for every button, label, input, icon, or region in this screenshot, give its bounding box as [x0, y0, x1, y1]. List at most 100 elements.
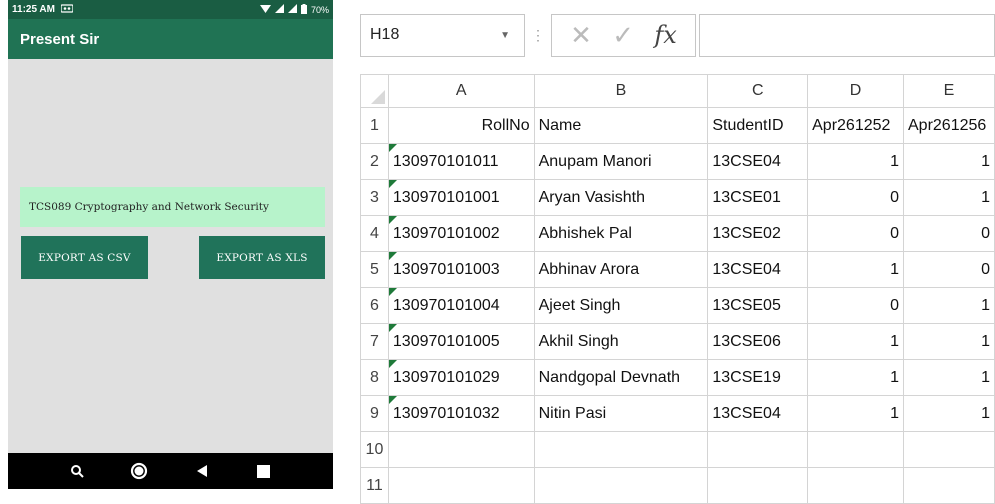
error-indicator-icon	[389, 288, 397, 296]
recents-icon[interactable]	[253, 460, 275, 482]
cell[interactable]: Nandgopal Devnath	[533, 359, 709, 396]
select-all-corner[interactable]	[360, 74, 389, 108]
cell[interactable]: Abhinav Arora	[533, 251, 709, 288]
notification-icon	[60, 3, 74, 16]
column-header-c[interactable]: C	[707, 74, 809, 108]
cell[interactable]: StudentID	[707, 107, 809, 144]
cell[interactable]: 0	[807, 179, 904, 216]
cell[interactable]: 1	[807, 323, 904, 360]
function-icon[interactable]: fx	[654, 21, 676, 49]
cell[interactable]: 13CSE04	[707, 251, 809, 288]
row-header[interactable]: 3	[360, 179, 389, 216]
export-csv-button[interactable]: EXPORT AS CSV	[21, 236, 148, 279]
spreadsheet-view: H18 ▼ ⋮ ✕ ✓ fx A B C D E 1 RollNo Name S…	[360, 0, 995, 504]
search-icon[interactable]	[66, 460, 88, 482]
row-header[interactable]: 10	[360, 431, 389, 468]
cell[interactable]: 0	[903, 251, 995, 288]
cell[interactable]: 1	[903, 143, 995, 180]
cell[interactable]: 1	[903, 323, 995, 360]
cell[interactable]: 1	[903, 287, 995, 324]
back-icon[interactable]	[191, 460, 213, 482]
cell[interactable]: 1	[807, 395, 904, 432]
cell[interactable]: 1	[807, 143, 904, 180]
cell[interactable]: 130970101003	[387, 251, 535, 288]
cancel-icon[interactable]: ✕	[570, 20, 592, 51]
battery-icon	[300, 3, 307, 16]
signal-icon	[274, 4, 284, 15]
export-xls-button[interactable]: EXPORT AS XLS	[199, 236, 325, 279]
column-header-e[interactable]: E	[903, 74, 995, 108]
cell[interactable]	[387, 467, 535, 504]
cell[interactable]: 130970101029	[387, 359, 535, 396]
cell-value: 130970101029	[392, 368, 500, 386]
cell-value: 130970101004	[392, 296, 500, 314]
table-row: 1 RollNo Name StudentID Apr261252 Apr261…	[360, 107, 995, 144]
row-header[interactable]: 7	[360, 323, 389, 360]
cell[interactable]	[807, 431, 904, 468]
cell[interactable]	[903, 467, 995, 504]
check-icon[interactable]: ✓	[612, 20, 634, 51]
cell[interactable]: Ajeet Singh	[533, 287, 709, 324]
row-header[interactable]: 9	[360, 395, 389, 432]
name-box[interactable]: H18 ▼	[360, 13, 525, 57]
cell[interactable]: 13CSE19	[707, 359, 809, 396]
cell[interactable]: 13CSE04	[707, 143, 809, 180]
row-header[interactable]: 11	[360, 467, 389, 504]
cell[interactable]: Abhishek Pal	[533, 215, 709, 252]
formula-input[interactable]	[699, 13, 995, 57]
course-label: TCS089 Cryptography and Network Security	[29, 201, 269, 213]
cell[interactable]: 1	[903, 359, 995, 396]
cell[interactable]: 130970101005	[387, 323, 535, 360]
cell[interactable]: Apr261252	[807, 107, 904, 144]
column-header-d[interactable]: D	[807, 74, 904, 108]
cell[interactable]	[533, 431, 709, 468]
cell[interactable]: 13CSE02	[707, 215, 809, 252]
row-header[interactable]: 8	[360, 359, 389, 396]
cell[interactable]: 0	[903, 215, 995, 252]
name-box-value: H18	[370, 26, 400, 43]
cell[interactable]: 13CSE06	[707, 323, 809, 360]
cell[interactable]: 130970101011	[387, 143, 535, 180]
row-header[interactable]: 6	[360, 287, 389, 324]
cell[interactable]: Akhil Singh	[533, 323, 709, 360]
cell[interactable]: 13CSE01	[707, 179, 809, 216]
cell[interactable]: 1	[807, 251, 904, 288]
row-header[interactable]: 4	[360, 215, 389, 252]
cell[interactable]	[387, 431, 535, 468]
cell[interactable]: 0	[807, 215, 904, 252]
cell[interactable]: 130970101032	[387, 395, 535, 432]
cell[interactable]: Name	[533, 107, 709, 144]
cell[interactable]: 130970101001	[387, 179, 535, 216]
cell[interactable]: 130970101002	[387, 215, 535, 252]
cell[interactable]	[707, 467, 809, 504]
cell[interactable]: 1	[807, 359, 904, 396]
cell[interactable]: Nitin Pasi	[533, 395, 709, 432]
cell-value: 130970101003	[392, 260, 500, 278]
cell[interactable]: RollNo	[387, 107, 535, 144]
cell[interactable]: 1	[903, 395, 995, 432]
cell[interactable]: 0	[807, 287, 904, 324]
column-header-b[interactable]: B	[533, 74, 709, 108]
cell[interactable]	[533, 467, 709, 504]
table-row: 2 130970101011 Anupam Manori 13CSE04 1 1	[360, 143, 995, 180]
cell[interactable]: 130970101004	[387, 287, 535, 324]
cell[interactable]	[707, 431, 809, 468]
chevron-down-icon[interactable]: ▼	[500, 30, 510, 41]
cell[interactable]	[807, 467, 904, 504]
table-row: 10	[360, 431, 995, 468]
row-header[interactable]: 5	[360, 251, 389, 288]
home-icon[interactable]	[128, 460, 150, 482]
cell[interactable]: Anupam Manori	[533, 143, 709, 180]
column-header-a[interactable]: A	[387, 74, 535, 108]
row-header[interactable]: 1	[360, 107, 389, 144]
cell[interactable]: 13CSE04	[707, 395, 809, 432]
course-selector[interactable]: TCS089 Cryptography and Network Security	[20, 187, 325, 227]
cell[interactable]	[903, 431, 995, 468]
cell[interactable]: 1	[903, 179, 995, 216]
cell-value: 130970101032	[392, 404, 500, 422]
row-header[interactable]: 2	[360, 143, 389, 180]
cell[interactable]: 13CSE05	[707, 287, 809, 324]
cell[interactable]: Aryan Vasishth	[533, 179, 709, 216]
cell[interactable]: Apr261256	[903, 107, 995, 144]
error-indicator-icon	[389, 216, 397, 224]
